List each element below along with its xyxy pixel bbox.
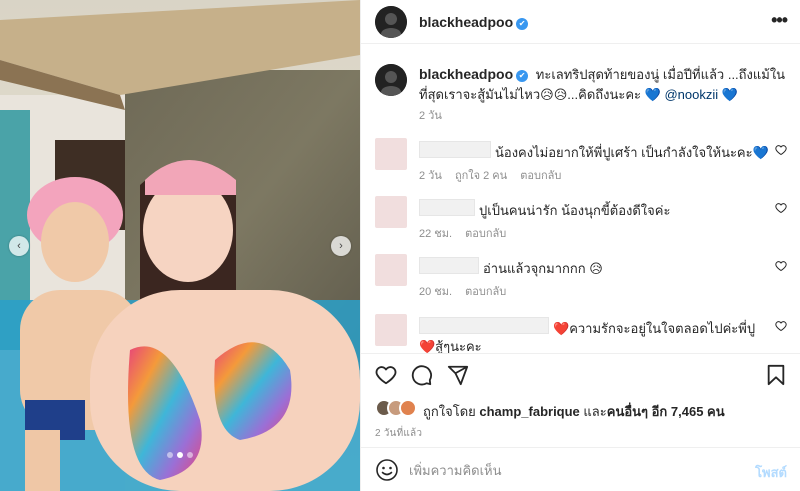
verified-badge-icon: ✔ <box>516 70 529 82</box>
red-heart-emoji: ❤️ <box>553 321 570 336</box>
commenter-avatar[interactable] <box>375 254 407 286</box>
heart-icon[interactable] <box>375 364 397 386</box>
carousel-prev-button[interactable]: ‹ <box>9 236 29 256</box>
instagram-post: ‹ › blackheadpoo ✔ ••• blackheadpoo ✔ ทะ… <box>0 0 800 491</box>
comment-meta: 2 วัน ถูกใจ 2 คน ตอบกลับ <box>419 166 571 184</box>
post-comment-button[interactable]: โพสต์ <box>755 462 787 483</box>
caption-avatar[interactable] <box>375 64 407 96</box>
comment-time: 20 ชม. <box>419 286 453 298</box>
likes-text: ถูกใจโดย champ_fabrique และคนอื่นๆ อีก 7… <box>423 404 725 419</box>
comment-reply-button[interactable]: ตอบกลับ <box>465 228 506 240</box>
commenter-name-redacted[interactable] <box>419 257 479 274</box>
emoji-icon[interactable] <box>375 458 399 482</box>
blue-heart-emoji: 💙 <box>721 87 738 102</box>
photo-image <box>0 0 360 491</box>
comment-item: น้องคงไม่อยากให้พี่ปูเศร้า เป็นกำลังใจให… <box>375 138 795 188</box>
comment-item: อ่านแล้วจุกมากกก 😥 20 ชม. ตอบกลับ <box>375 254 795 304</box>
post-photo[interactable]: ‹ › <box>0 0 360 491</box>
comment-reply-button[interactable]: ตอบกลับ <box>465 286 506 298</box>
commenter-avatar[interactable] <box>375 196 407 228</box>
liker-username-link[interactable]: champ_fabrique <box>479 404 579 419</box>
comment-meta: 22 ชม. ตอบกลับ <box>419 224 516 242</box>
comment-like-heart-icon[interactable] <box>775 144 787 156</box>
comment-time: 22 ชม. <box>419 228 453 240</box>
comment-time: 2 วัน <box>419 170 442 182</box>
comment-item: ❤️ความรักจะอยู่ในใจตลอดไปค่ะพี่ปู ❤️สู้ๆ… <box>375 314 795 353</box>
carousel-dot <box>167 452 173 458</box>
comment-text-line-2: ❤️สู้ๆนะคะ <box>419 339 482 353</box>
caption-timestamp: 2 วัน <box>419 110 442 122</box>
liker-avatar <box>399 399 417 417</box>
comment-icon[interactable] <box>411 364 433 386</box>
mention-link[interactable]: @nookzii <box>664 87 718 102</box>
commenter-name-redacted[interactable] <box>419 199 475 216</box>
comment-likes[interactable]: ถูกใจ 2 คน <box>455 170 507 182</box>
comment-reply-button[interactable]: ตอบกลับ <box>520 170 561 182</box>
comment-input[interactable] <box>409 458 739 482</box>
carousel-indicator <box>0 452 360 458</box>
likes-count-link[interactable]: คนอื่นๆ อีก 7,465 คน <box>607 404 725 419</box>
caption-username[interactable]: blackheadpoo ✔ <box>419 66 529 82</box>
comment-like-heart-icon[interactable] <box>775 260 787 272</box>
comment-text: อ่านแล้วจุกมากกก 😥 <box>483 261 603 276</box>
add-comment-bar: โพสต์ <box>361 447 800 491</box>
carousel-dot <box>187 452 193 458</box>
commenter-avatar[interactable] <box>375 138 407 170</box>
blue-heart-emoji: 💙 <box>644 87 661 102</box>
comment-text: น้องคงไม่อยากให้พี่ปูเศร้า เป็นกำลังใจให… <box>495 145 769 160</box>
comment-like-heart-icon[interactable] <box>775 202 787 214</box>
caption-text: blackheadpoo ✔ ทะเลทริปสุดท้ายของนู่ เมื่… <box>419 64 791 105</box>
carousel-next-button[interactable]: › <box>331 236 351 256</box>
carousel-dot-active <box>177 452 183 458</box>
comment-meta: 20 ชม. ตอบกลับ <box>419 282 516 300</box>
post-side-panel: blackheadpoo ✔ ••• blackheadpoo ✔ ทะเลทริป… <box>360 0 800 491</box>
comment-like-heart-icon[interactable] <box>775 320 787 332</box>
commenter-name-redacted[interactable] <box>419 317 549 334</box>
comment-text: ปูเป็นคนน่ารัก น้องนุกขี้ต้องดีใจค่ะ <box>479 203 671 218</box>
commenter-name-redacted[interactable] <box>419 141 491 158</box>
comments-section: blackheadpoo ✔ ทะเลทริปสุดท้ายของนู่ เมื่… <box>361 0 800 353</box>
commenter-avatar[interactable] <box>375 314 407 346</box>
comment-item: ปูเป็นคนน่ารัก น้องนุกขี้ต้องดีใจค่ะ 22 … <box>375 196 795 246</box>
bookmark-icon[interactable] <box>765 364 787 386</box>
share-icon[interactable] <box>447 364 469 386</box>
comment-text: ❤️ความรักจะอยู่ในใจตลอดไปค่ะพี่ปู <box>553 321 756 336</box>
post-date[interactable]: 2 วันที่แล้ว <box>375 426 422 441</box>
